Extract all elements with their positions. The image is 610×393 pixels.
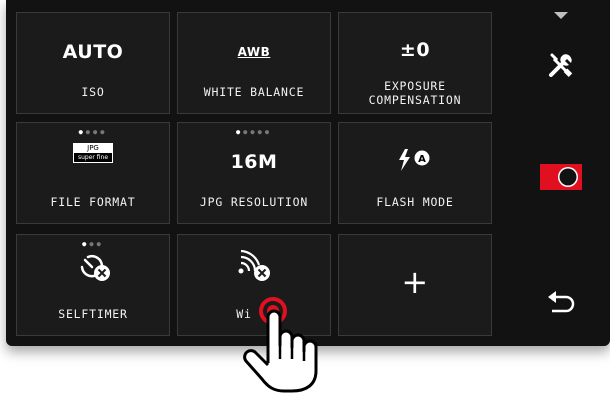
page-dots: ●●● [82, 240, 104, 248]
back-arrow-icon [548, 291, 575, 313]
jpg-resolution-label: JPG RESOLUTION [199, 195, 309, 209]
page-dots: ●●●● [78, 128, 108, 136]
exposure-value: ±0 [399, 39, 431, 61]
selftimer-off-icon [80, 254, 110, 281]
page-dots: ●●●●● [235, 128, 273, 136]
jpg-resolution-value: 16M [230, 151, 278, 173]
settings-tools-button[interactable] [536, 40, 586, 90]
badge-format: JPG [74, 144, 112, 153]
add-item-tile[interactable]: + [338, 234, 492, 336]
add-icon: + [401, 263, 429, 301]
exposure-label-line1: EXPOSURE [384, 79, 446, 93]
white-balance-label: WHITE BALANCE [203, 85, 305, 99]
selftimer-label: SELFTIMER [58, 307, 128, 321]
selftimer-tile[interactable]: ●●● SELFTIMER [16, 234, 170, 336]
badge-quality: super fine [74, 153, 112, 162]
flash-mode-tile[interactable]: A FLASH MODE [338, 122, 492, 224]
scroll-up-indicator-icon [554, 12, 568, 19]
camera-menu-screen: AUTO ISO AWB WHITE BALANCE ±0 EXPOSURE C… [6, 0, 610, 346]
hand-pointer-icon [243, 309, 318, 393]
flash-auto-icon: A [399, 149, 430, 171]
camera-mode-button[interactable] [536, 152, 586, 202]
flash-mode-label: FLASH MODE [376, 195, 454, 209]
white-balance-value: AWB [237, 45, 271, 59]
wifi-off-icon [238, 249, 270, 281]
iso-tile[interactable]: AUTO ISO [16, 12, 170, 114]
white-balance-tile[interactable]: AWB WHITE BALANCE [177, 12, 331, 114]
jpg-resolution-tile[interactable]: ●●●●● 16M JPG RESOLUTION [177, 122, 331, 224]
iso-value: AUTO [62, 41, 124, 63]
exposure-compensation-tile[interactable]: ±0 EXPOSURE COMPENSATION [338, 12, 492, 114]
file-format-label: FILE FORMAT [50, 195, 136, 209]
camera-mode-icon [540, 164, 582, 190]
tools-icon [549, 53, 573, 77]
exposure-label-line2: COMPENSATION [368, 93, 462, 107]
svg-text:A: A [418, 154, 426, 165]
iso-label: ISO [81, 85, 105, 99]
jpg-format-badge: JPG super fine [73, 143, 113, 163]
back-button[interactable] [536, 278, 586, 328]
file-format-tile[interactable]: ●●●● JPG super fine FILE FORMAT [16, 122, 170, 224]
